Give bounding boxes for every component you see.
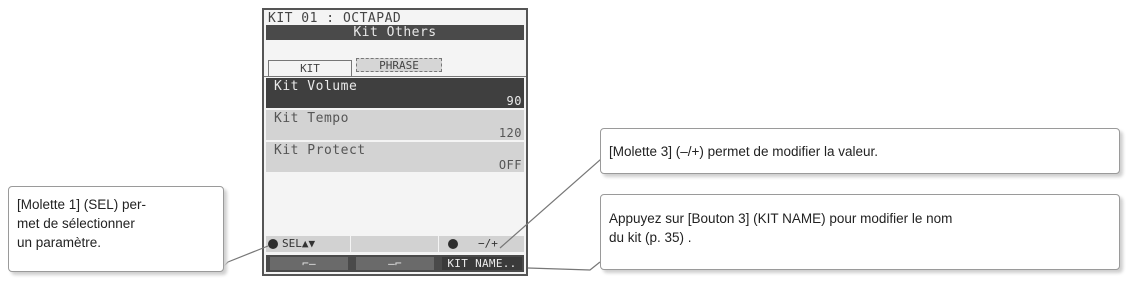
callout-line: [Molette 3] (–/+) permet de modifier la …: [609, 144, 878, 159]
param-name: Kit Volume: [274, 79, 358, 94]
callout-line: du kit (p. 35) .: [609, 230, 692, 245]
kit-name-button[interactable]: KIT NAME..: [442, 257, 522, 270]
callout-molette1: [Molette 1] (SEL) per- met de sélectionn…: [8, 186, 224, 272]
callout-molette3: [Molette 3] (–/+) permet de modifier la …: [600, 128, 1120, 174]
tab-kit[interactable]: KIT: [268, 60, 352, 76]
screen-title: Kit Others: [266, 25, 524, 40]
param-name: Kit Protect: [274, 143, 366, 158]
tab-divider: [264, 76, 526, 77]
param-value: OFF: [498, 158, 522, 172]
kit-header: KIT 01 : OCTAPAD: [268, 11, 402, 26]
guide-divider: [438, 236, 439, 252]
callout-bouton3: Appuyez sur [Bouton 3] (KIT NAME) pour m…: [600, 194, 1120, 270]
function-button-1[interactable]: ⌐–: [270, 257, 348, 270]
callout-line: met de sélectionner: [17, 216, 135, 231]
param-row-kit-volume[interactable]: Kit Volume 90: [266, 78, 524, 108]
lcd-screen: KIT 01 : OCTAPAD Kit Others KIT PHRASE K…: [262, 8, 528, 276]
param-value: 120: [498, 126, 522, 140]
guide-divider: [350, 236, 351, 252]
function-button-bar: ⌐– –⌐ KIT NAME..: [266, 255, 524, 272]
value-knob-label: −/+: [478, 237, 498, 250]
sel-knob-label: SEL▲▼: [282, 237, 316, 250]
knob-guide-bar: SEL▲▼ −/+: [266, 236, 524, 252]
param-row-kit-protect[interactable]: Kit Protect OFF: [266, 142, 524, 172]
function-button-2[interactable]: –⌐: [356, 257, 434, 270]
param-row-kit-tempo[interactable]: Kit Tempo 120: [266, 110, 524, 140]
callout-line: [Molette 1] (SEL) per-: [17, 197, 147, 212]
knob1-icon: [268, 239, 278, 249]
callout-line: Appuyez sur [Bouton 3] (KIT NAME) pour m…: [609, 211, 953, 226]
callout-line: un paramètre.: [17, 235, 102, 250]
tab-phrase[interactable]: PHRASE: [356, 58, 442, 72]
knob3-icon: [448, 239, 458, 249]
param-name: Kit Tempo: [274, 111, 349, 126]
tab-bar: KIT PHRASE: [268, 58, 524, 76]
param-value: 90: [506, 94, 522, 108]
